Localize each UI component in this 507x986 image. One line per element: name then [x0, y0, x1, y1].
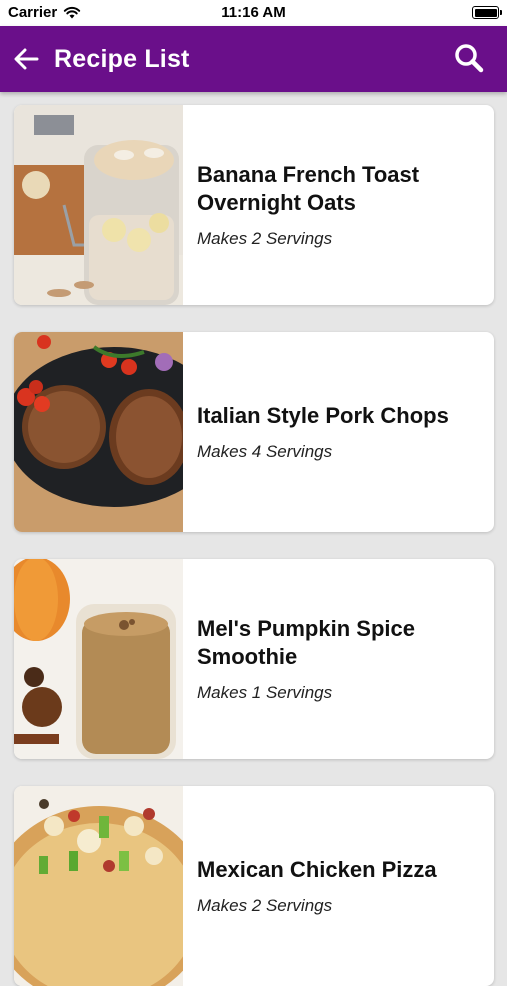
search-button[interactable] [449, 38, 489, 78]
recipe-image [14, 786, 183, 986]
recipe-card[interactable]: Mexican Chicken Pizza Makes 2 Servings [14, 786, 494, 986]
recipe-image [14, 105, 183, 305]
recipe-name: Mexican Chicken Pizza [197, 857, 437, 882]
recipe-servings: Makes 2 Servings [197, 896, 333, 915]
arrow-left-icon [14, 48, 39, 70]
battery-icon [472, 6, 502, 19]
recipe-image [14, 559, 183, 759]
back-button[interactable] [6, 39, 46, 79]
recipe-servings: Makes 1 Servings [197, 683, 333, 702]
recipe-info: Italian Style Pork Chops Makes 4 Serving… [183, 332, 494, 532]
overnight-oats-photo [14, 105, 183, 305]
pumpkin-smoothie-photo [14, 559, 183, 759]
status-bar: Carrier 11:16 AM [0, 0, 507, 26]
app-bar: Recipe List [0, 26, 507, 92]
recipe-name: Mel's Pumpkin Spice Smoothie [197, 616, 415, 669]
recipe-card[interactable]: Mel's Pumpkin Spice Smoothie Makes 1 Ser… [14, 559, 494, 759]
page-title: Recipe List [54, 44, 190, 73]
recipe-card[interactable]: Italian Style Pork Chops Makes 4 Serving… [14, 332, 494, 532]
recipe-info: Banana French Toast Overnight Oats Makes… [183, 105, 494, 305]
search-icon [455, 44, 484, 73]
pork-chops-photo [14, 332, 183, 532]
recipe-servings: Makes 4 Servings [197, 442, 333, 461]
recipe-card[interactable]: Banana French Toast Overnight Oats Makes… [14, 105, 494, 305]
recipe-name: Italian Style Pork Chops [197, 403, 449, 428]
recipe-info: Mel's Pumpkin Spice Smoothie Makes 1 Ser… [183, 559, 494, 759]
recipe-name: Banana French Toast Overnight Oats [197, 162, 420, 215]
chicken-pizza-photo [14, 786, 183, 986]
recipe-image [14, 332, 183, 532]
recipe-info: Mexican Chicken Pizza Makes 2 Servings [183, 786, 494, 986]
recipe-servings: Makes 2 Servings [197, 229, 333, 248]
status-time: 11:16 AM [221, 4, 286, 21]
